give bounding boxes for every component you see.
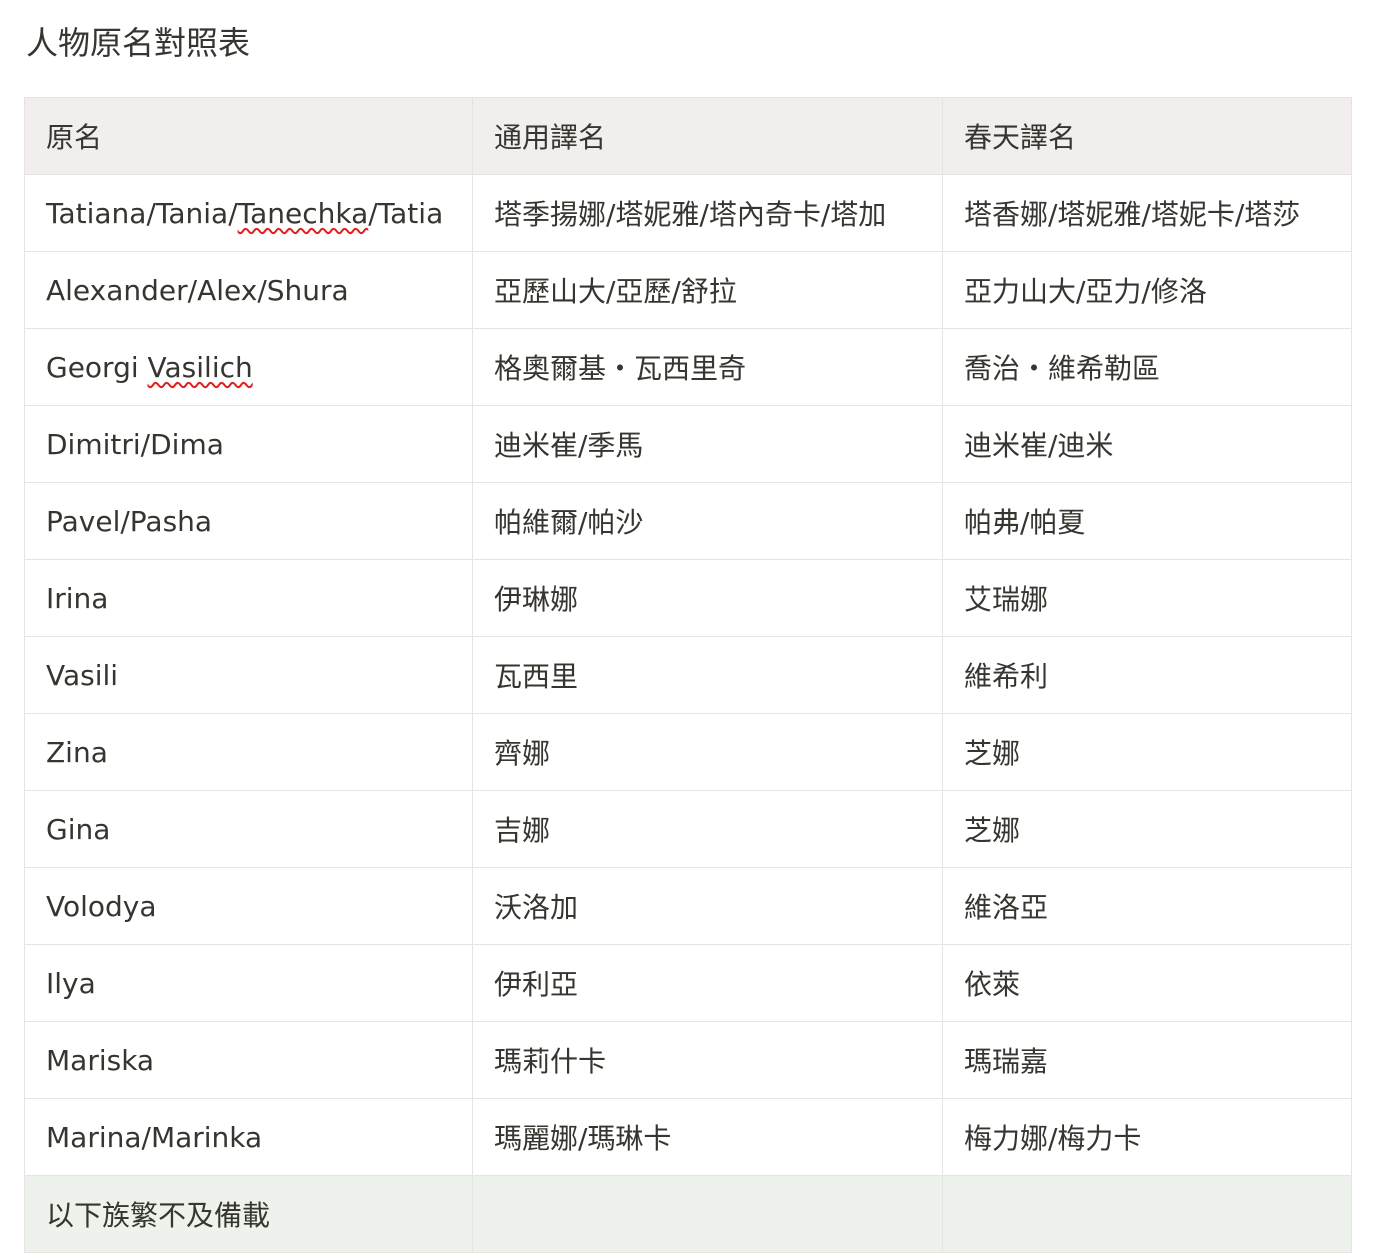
cell-original-name[interactable]: Gina [24,790,473,868]
spellcheck-flagged-word: Tanechka [237,196,369,230]
cell-spring-translation[interactable]: 依萊 [942,944,1352,1022]
cell-spring-translation[interactable]: 維希利 [942,636,1352,714]
table-row: Georgi Vasilich 格奧爾基・瓦西里奇 喬治・維希勒區 [24,328,1352,406]
cell-original-name[interactable]: Georgi Vasilich [24,328,473,406]
cell-common-translation[interactable]: 伊琳娜 [472,559,943,637]
cell-spring-translation[interactable]: 梅力娜/梅力卡 [942,1098,1352,1176]
text-segment: /Tatia [368,196,444,230]
name-comparison-table: 原名 通用譯名 春天譯名 Tatiana/Tania/Tanechka/Tati… [24,97,1352,1253]
text-segment: Tatiana/Tania/ [46,196,238,230]
header-spring-translation: 春天譯名 [942,97,1352,175]
table-row: Marina/Marinka 瑪麗娜/瑪琳卡 梅力娜/梅力卡 [24,1098,1352,1176]
cell-common-translation[interactable]: 帕維爾/帕沙 [472,482,943,560]
cell-original-name[interactable]: Tatiana/Tania/Tanechka/Tatia [24,174,473,252]
cell-common-translation[interactable]: 迪米崔/季馬 [472,405,943,483]
table-row: Ilya 伊利亞 依萊 [24,944,1352,1022]
cell-common-translation[interactable]: 吉娜 [472,790,943,868]
table-row: Volodya 沃洛加 維洛亞 [24,867,1352,945]
cell-original-name[interactable]: Alexander/Alex/Shura [24,251,473,329]
footer-empty-cell[interactable] [472,1175,943,1253]
table-body: Tatiana/Tania/Tanechka/Tatia 塔季揚娜/塔妮雅/塔內… [24,174,1352,1253]
cell-spring-translation[interactable]: 芝娜 [942,713,1352,791]
cell-original-name[interactable]: Dimitri/Dima [24,405,473,483]
cell-common-translation[interactable]: 亞歷山大/亞歷/舒拉 [472,251,943,329]
header-common-translation: 通用譯名 [472,97,943,175]
table-row: Dimitri/Dima 迪米崔/季馬 迪米崔/迪米 [24,405,1352,483]
footer-note-cell[interactable]: 以下族繁不及備載 [24,1175,473,1253]
table-row: Zina 齊娜 芝娜 [24,713,1352,791]
header-row: 原名 通用譯名 春天譯名 [24,97,1352,175]
cell-original-name[interactable]: Pavel/Pasha [24,482,473,560]
cell-spring-translation[interactable]: 迪米崔/迪米 [942,405,1352,483]
cell-common-translation[interactable]: 瓦西里 [472,636,943,714]
cell-spring-translation[interactable]: 維洛亞 [942,867,1352,945]
table-row: Tatiana/Tania/Tanechka/Tatia 塔季揚娜/塔妮雅/塔內… [24,174,1352,252]
cell-original-name[interactable]: Irina [24,559,473,637]
table-header: 原名 通用譯名 春天譯名 [24,97,1352,175]
cell-original-name[interactable]: Volodya [24,867,473,945]
cell-spring-translation[interactable]: 瑪瑞嘉 [942,1021,1352,1099]
cell-common-translation[interactable]: 沃洛加 [472,867,943,945]
text-segment: Georgi [46,350,148,384]
table-row: Alexander/Alex/Shura 亞歷山大/亞歷/舒拉 亞力山大/亞力/… [24,251,1352,329]
cell-spring-translation[interactable]: 芝娜 [942,790,1352,868]
header-original-name: 原名 [24,97,473,175]
cell-spring-translation[interactable]: 塔香娜/塔妮雅/塔妮卡/塔莎 [942,174,1352,252]
cell-original-name[interactable]: Marina/Marinka [24,1098,473,1176]
cell-original-name[interactable]: Zina [24,713,473,791]
cell-spring-translation[interactable]: 艾瑞娜 [942,559,1352,637]
table-row: Pavel/Pasha 帕維爾/帕沙 帕弗/帕夏 [24,482,1352,560]
spellcheck-flagged-word: Vasilich [147,350,253,384]
cell-spring-translation[interactable]: 帕弗/帕夏 [942,482,1352,560]
table-row: Mariska 瑪莉什卡 瑪瑞嘉 [24,1021,1352,1099]
cell-common-translation[interactable]: 齊娜 [472,713,943,791]
cell-common-translation[interactable]: 格奧爾基・瓦西里奇 [472,328,943,406]
cell-original-name[interactable]: Ilya [24,944,473,1022]
cell-common-translation[interactable]: 塔季揚娜/塔妮雅/塔內奇卡/塔加 [472,174,943,252]
cell-common-translation[interactable]: 瑪莉什卡 [472,1021,943,1099]
footer-empty-cell[interactable] [942,1175,1352,1253]
cell-original-name[interactable]: Mariska [24,1021,473,1099]
cell-common-translation[interactable]: 伊利亞 [472,944,943,1022]
cell-common-translation[interactable]: 瑪麗娜/瑪琳卡 [472,1098,943,1176]
cell-spring-translation[interactable]: 喬治・維希勒區 [942,328,1352,406]
page-title: 人物原名對照表 [26,24,251,62]
table-row: Gina 吉娜 芝娜 [24,790,1352,868]
cell-original-name[interactable]: Vasili [24,636,473,714]
table-row: Vasili 瓦西里 維希利 [24,636,1352,714]
cell-spring-translation[interactable]: 亞力山大/亞力/修洛 [942,251,1352,329]
table-row: Irina 伊琳娜 艾瑞娜 [24,559,1352,637]
footer-row: 以下族繁不及備載 [24,1175,1352,1253]
